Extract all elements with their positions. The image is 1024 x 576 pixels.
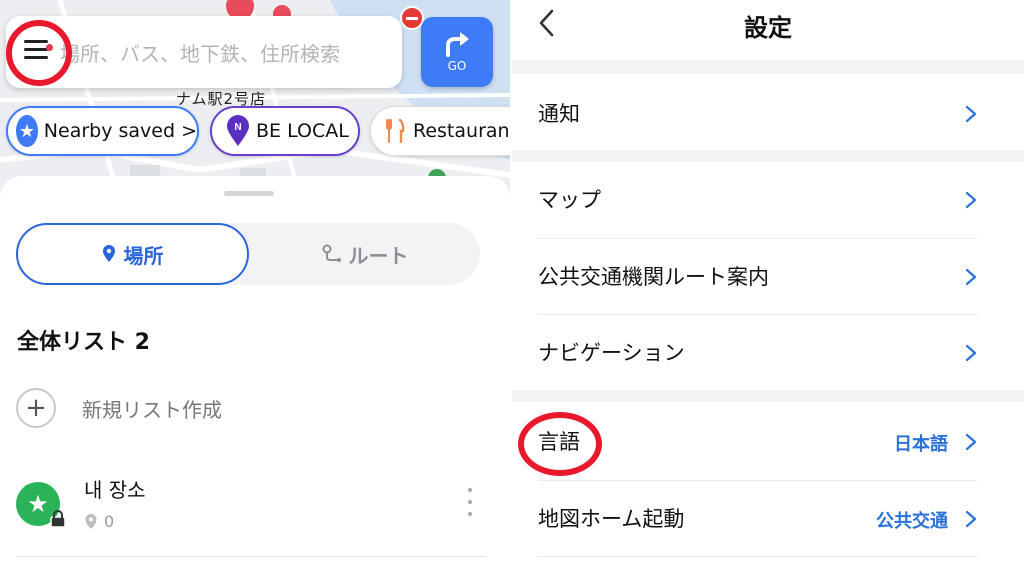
chip-restaurant-label: Restaurant	[413, 120, 510, 142]
section-separator	[512, 150, 1024, 162]
turn-right-arrow-icon	[446, 32, 469, 57]
sheet-drag-handle[interactable]	[224, 191, 274, 196]
chip-local-label: BE LOCAL	[256, 120, 349, 142]
settings-item-label: マップ	[538, 188, 601, 212]
section-separator	[512, 60, 1024, 74]
section-separator	[512, 390, 1024, 402]
tab-place[interactable]: 場所	[16, 223, 249, 285]
chevron-right-icon	[965, 105, 977, 123]
map-panel: ナム駅2号店 場所、バス、地下鉄、住所検索 GO ★ Nearby saved …	[0, 0, 510, 576]
settings-item-label: 通知	[538, 102, 580, 126]
place-pin-icon	[102, 245, 115, 262]
list-title: 全体リスト 2	[17, 330, 150, 355]
go-label: GO	[447, 59, 467, 73]
more-vertical-icon[interactable]	[466, 488, 474, 516]
settings-item-map[interactable]: マップ	[512, 162, 1004, 238]
list-item-count-value: 0	[104, 512, 115, 531]
tab-route-label: ルート	[348, 243, 409, 268]
chip-nearby-saved[interactable]: ★ Nearby saved >	[6, 106, 199, 156]
settings-item-label: 公共交通機関ルート案内	[538, 265, 769, 289]
chevron-right-icon	[965, 433, 977, 451]
pin-outline-icon	[85, 513, 97, 529]
settings-item-value: 日本語	[894, 434, 948, 455]
tab-route[interactable]: ルート	[249, 223, 480, 285]
settings-item-transit-route[interactable]: 公共交通機関ルート案内	[512, 239, 1004, 315]
settings-item-label: ナビゲーション	[538, 341, 685, 365]
tab-place-label: 場所	[123, 243, 164, 268]
place-route-toggle: 場所 ルート	[16, 223, 480, 285]
settings-item-map-home-start[interactable]: 地図ホーム起動 公共交通	[512, 481, 1004, 557]
divider	[16, 556, 486, 557]
chip-restaurant[interactable]: Restaurant	[370, 106, 510, 156]
settings-header: 設定	[512, 0, 1024, 60]
route-icon	[322, 244, 341, 262]
new-list-button[interactable]: + 新規リスト作成	[16, 388, 222, 428]
search-input[interactable]: 場所、バス、地下鉄、住所検索	[60, 38, 390, 67]
chevron-right-icon	[965, 268, 977, 286]
svg-text:N: N	[234, 122, 241, 133]
highlight-circle-menu	[6, 20, 72, 86]
chip-nearby-label: Nearby saved >	[43, 120, 197, 142]
settings-item-label: 地図ホーム起動	[538, 507, 685, 531]
chevron-right-icon	[965, 191, 977, 209]
plus-circle-icon: +	[16, 388, 56, 428]
highlight-circle-language	[518, 412, 602, 476]
chevron-right-icon	[965, 344, 977, 362]
page-title: 設定	[744, 14, 792, 42]
local-pin-icon: N	[227, 115, 249, 146]
go-button[interactable]: GO	[421, 17, 493, 87]
settings-panel: 設定 通知 マップ 公共交通機関ルート案内 ナビゲーション 言語 日本語 地図ホ…	[512, 0, 1024, 576]
new-list-label: 新規リスト作成	[82, 397, 222, 422]
fork-knife-icon	[386, 118, 405, 144]
chevron-right-icon	[965, 510, 977, 528]
lock-icon	[50, 510, 66, 528]
settings-item-value: 公共交通	[876, 511, 948, 532]
bottom-sheet: 場所 ルート 全体リスト 2 + 新規リスト作成 ★ 내 장소 0	[0, 176, 510, 576]
settings-item-notification[interactable]: 通知	[512, 76, 1004, 152]
list-item-count: 0	[84, 512, 114, 531]
star-circle-icon: ★	[16, 115, 38, 147]
list-item[interactable]: ★ 내 장소 0	[16, 472, 486, 542]
list-item-name: 내 장소	[84, 478, 146, 502]
settings-item-navigation[interactable]: ナビゲーション	[512, 315, 1004, 391]
chip-be-local[interactable]: N BE LOCAL	[210, 106, 360, 156]
divider	[538, 556, 978, 557]
